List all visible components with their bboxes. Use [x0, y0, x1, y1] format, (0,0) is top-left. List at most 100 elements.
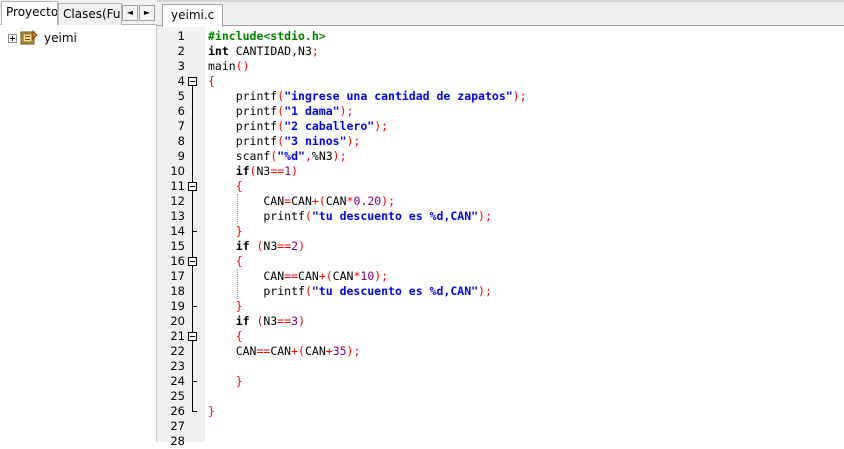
code-line: { — [205, 254, 844, 269]
code-line: } — [205, 299, 844, 314]
code-line: CAN==CAN+(CAN*10); — [205, 269, 844, 284]
code-line: } — [205, 374, 844, 389]
code-token: "tu descuento es %d,CAN" — [311, 284, 479, 298]
code-token: { — [208, 254, 243, 268]
line-number: 12 — [170, 194, 185, 208]
project-panel: Proyecto Clases(Fun ◄ ► yeimi — [0, 0, 157, 442]
fold-collapse-icon[interactable] — [188, 257, 197, 266]
code-line: if (N3==3) — [205, 314, 844, 329]
code-token: "2 caballero" — [284, 119, 375, 133]
code-token: () — [235, 59, 250, 73]
code-line: CAN==CAN+(CAN+35); — [205, 344, 844, 359]
code-token: main — [208, 59, 236, 73]
code-token: + — [325, 344, 333, 358]
code-token: CANTIDAD,N3 — [228, 44, 312, 58]
code-token: "3 ninos" — [284, 134, 347, 148]
code-token: ); — [374, 269, 389, 283]
fold-collapse-icon[interactable] — [188, 332, 197, 341]
fold-range-line — [192, 191, 193, 232]
line-number: 18 — [170, 284, 185, 298]
code-line: printf("1 dama"); — [205, 104, 844, 119]
line-number: 13 — [170, 209, 185, 223]
code-token: printf — [208, 284, 305, 298]
code-token: N3 — [263, 239, 278, 253]
line-number: 16 — [170, 254, 185, 268]
code-text: } — [208, 404, 215, 419]
code-line: { — [205, 329, 844, 344]
tab-scroll-right-button[interactable]: ► — [139, 5, 155, 21]
code-token: } — [208, 224, 243, 238]
code-text: int CANTIDAD,N3; — [208, 44, 319, 59]
line-number: 3 — [177, 59, 185, 73]
code-line: } — [205, 404, 844, 419]
expand-plus-icon[interactable] — [8, 34, 17, 43]
line-number: 8 — [177, 134, 185, 148]
code-text: if (N3==3) — [208, 314, 305, 329]
code-token: } — [208, 374, 243, 388]
code-token: #include<stdio.h> — [208, 29, 326, 43]
code-token: ( — [304, 284, 312, 298]
code-token: CAN — [208, 194, 285, 208]
arrow-right-icon: ► — [143, 8, 151, 17]
code-text: { — [208, 254, 243, 269]
code-text: } — [208, 224, 243, 239]
project-tree: yeimi — [0, 30, 156, 48]
line-number: 9 — [177, 149, 185, 163]
code-editor[interactable]: #include<stdio.h> int CANTIDAD,N3; main(){… — [205, 26, 844, 442]
code-text: printf("ingrese una cantidad de zapatos"… — [208, 89, 527, 104]
code-text: printf("2 caballero"); — [208, 119, 388, 134]
code-token: CAN — [325, 194, 347, 208]
tab-scroll-left-button[interactable]: ◄ — [122, 5, 138, 21]
code-token: printf — [208, 104, 278, 118]
code-token: "%d" — [277, 149, 305, 163]
line-number: 22 — [170, 344, 185, 358]
code-line: printf("tu descuento es %d,CAN"); — [205, 284, 844, 299]
code-token: CAN — [304, 344, 326, 358]
code-token: == — [284, 269, 299, 283]
code-token: CAN — [208, 344, 257, 358]
code-token: { — [208, 74, 215, 88]
code-token: ); — [374, 119, 389, 133]
code-line: main() — [205, 59, 844, 74]
fold-collapse-icon[interactable] — [188, 182, 197, 191]
code-token: CAN — [298, 269, 319, 283]
code-text: #include<stdio.h> — [208, 29, 326, 44]
code-token: CAN — [291, 194, 312, 208]
tab-clases[interactable]: Clases(Fun — [58, 3, 122, 25]
code-token: int — [208, 44, 229, 58]
code-token: CAN — [270, 344, 292, 358]
code-token: CAN — [332, 269, 354, 283]
code-token: { — [208, 329, 243, 343]
code-text: { — [208, 329, 243, 344]
code-token: == — [270, 164, 285, 178]
code-text: { — [208, 179, 243, 194]
code-token: "1 dama" — [284, 104, 340, 118]
line-number: 26 — [170, 404, 185, 418]
code-token: ); — [381, 194, 396, 208]
code-token: N3 — [263, 314, 278, 328]
tree-item-project[interactable]: yeimi — [0, 30, 156, 48]
code-token: "ingrese una cantidad de zapatos" — [284, 89, 513, 103]
code-token: %N3 — [311, 149, 333, 163]
fold-end-marker — [192, 381, 197, 382]
indent-guide — [237, 269, 238, 299]
tab-yeimi-c[interactable]: yeimi.c — [162, 4, 224, 27]
code-token: ); — [512, 89, 527, 103]
code-text: { — [208, 74, 215, 89]
code-token: scanf — [208, 149, 271, 163]
code-text: } — [208, 374, 243, 389]
tab-proyecto[interactable]: Proyecto — [1, 1, 58, 25]
code-token: } — [208, 299, 243, 313]
code-text: printf("3 ninos"); — [208, 134, 361, 149]
code-token: printf — [208, 134, 278, 148]
code-text: CAN==CAN+(CAN+35); — [208, 344, 361, 359]
code-text: printf("tu descuento es %d,CAN"); — [208, 284, 492, 299]
code-token: == — [256, 344, 271, 358]
code-line: { — [205, 74, 844, 89]
fold-collapse-icon[interactable] — [188, 77, 197, 86]
code-line: #include<stdio.h> — [205, 29, 844, 44]
code-text: scanf("%d",%N3); — [208, 149, 347, 164]
line-number: 6 — [177, 104, 185, 118]
